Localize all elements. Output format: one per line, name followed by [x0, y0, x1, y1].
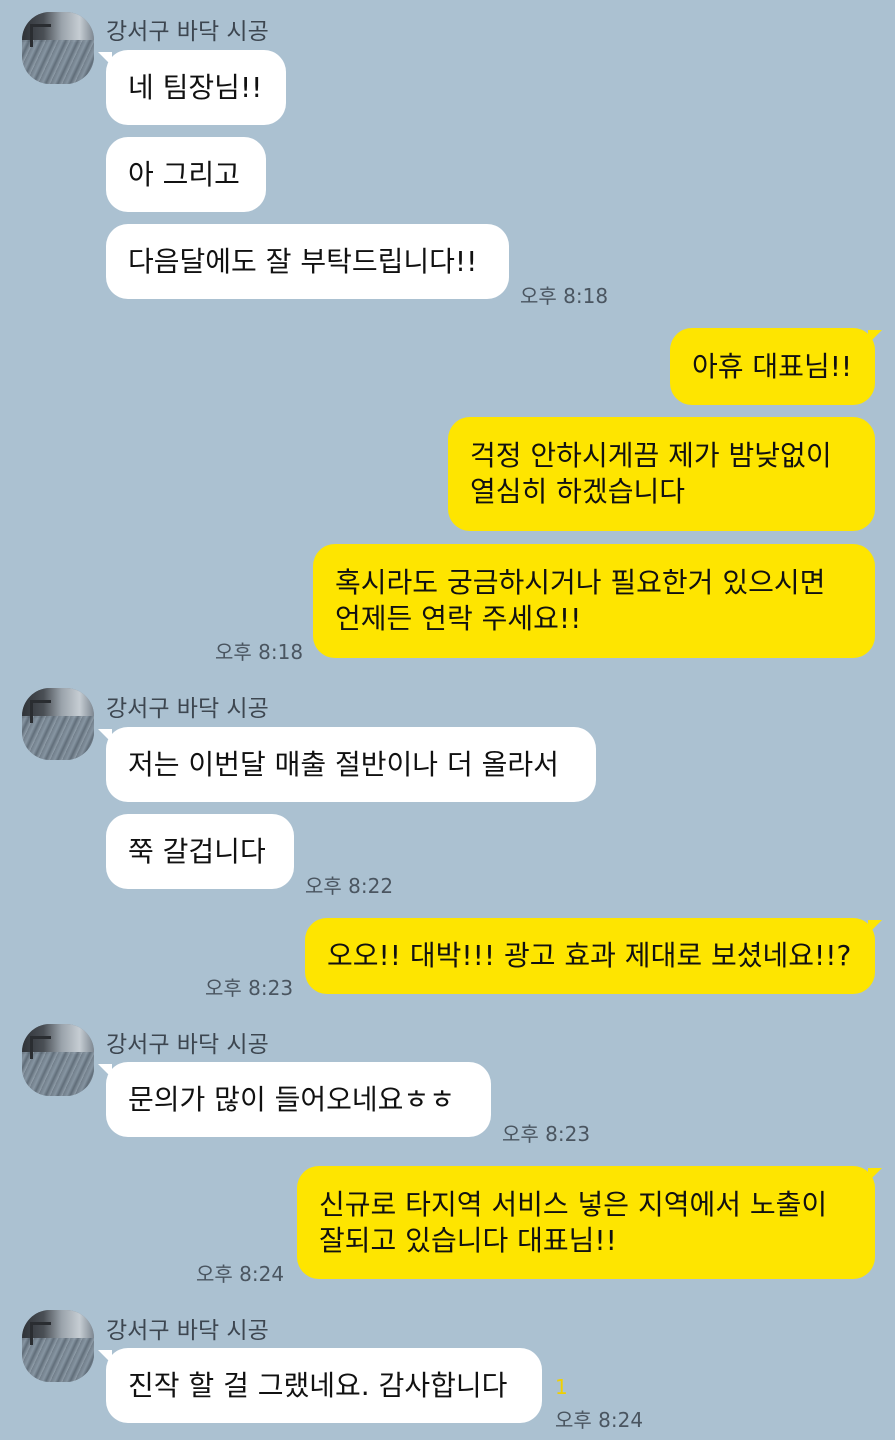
- message-timestamp: 오후 8:18: [520, 284, 609, 308]
- unread-count: 1: [555, 1375, 568, 1399]
- message-bubble-incoming[interactable]: 다음달에도 잘 부탁드립니다!!: [106, 224, 509, 299]
- sender-name: 강서구 바닥 시공: [106, 1032, 269, 1058]
- message-text: 진작 할 걸 그랬네요. 감사합니다: [128, 1368, 508, 1402]
- message-text: 아 그리고: [128, 157, 240, 191]
- sender-name: 강서구 바닥 시공: [106, 696, 269, 722]
- message-text: 아휴 대표님!!: [692, 349, 853, 383]
- message-timestamp: 오후 8:24: [555, 1408, 644, 1432]
- message-text-line: 걱정 안하시게끔 제가 밤낮없이: [470, 439, 832, 472]
- sender-name: 강서구 바닥 시공: [106, 19, 269, 45]
- message-bubble-outgoing[interactable]: 신규로 타지역 서비스 넣은 지역에서 노출이 잘되고 있습니다 대표님!!: [297, 1166, 875, 1279]
- message-bubble-incoming[interactable]: 저는 이번달 매출 절반이나 더 올라서: [106, 727, 596, 802]
- sender-name: 강서구 바닥 시공: [106, 1318, 269, 1344]
- message-text-line: 언제든 연락 주세요!!: [335, 602, 582, 635]
- message-bubble-incoming[interactable]: 아 그리고: [106, 137, 266, 212]
- message-timestamp: 오후 8:24: [196, 1262, 285, 1286]
- message-text-line: 열심히 하겠습니다: [470, 475, 685, 508]
- message-text: 저는 이번달 매출 절반이나 더 올라서: [128, 747, 559, 781]
- message-bubble-outgoing[interactable]: 오오!! 대박!!! 광고 효과 제대로 보셨네요!!?: [305, 918, 875, 994]
- message-bubble-incoming[interactable]: 진작 할 걸 그랬네요. 감사합니다: [106, 1348, 542, 1423]
- message-timestamp: 오후 8:23: [205, 976, 294, 1000]
- sender-avatar[interactable]: [22, 1024, 94, 1096]
- message-text-line: 신규로 타지역 서비스 넣은 지역에서 노출이: [319, 1187, 828, 1221]
- sender-avatar[interactable]: [22, 1310, 94, 1382]
- sender-avatar[interactable]: [22, 688, 94, 760]
- message-timestamp: 오후 8:23: [502, 1122, 591, 1146]
- message-timestamp: 오후 8:22: [305, 874, 394, 898]
- message-bubble-incoming[interactable]: 쭉 갈겁니다: [106, 814, 294, 889]
- message-bubble-incoming[interactable]: 네 팀장님!!: [106, 50, 286, 125]
- sender-avatar[interactable]: [22, 12, 94, 84]
- message-text: 네 팀장님!!: [128, 70, 263, 104]
- message-bubble-outgoing[interactable]: 아휴 대표님!!: [670, 328, 875, 405]
- message-text: 문의가 많이 들어오네요ㅎㅎ: [128, 1082, 455, 1116]
- message-timestamp: 오후 8:18: [215, 640, 304, 664]
- message-text-line: 혹시라도 궁금하시거나 필요한거 있으시면: [335, 566, 826, 599]
- message-bubble-outgoing[interactable]: 걱정 안하시게끔 제가 밤낮없이 열심히 하겠습니다: [448, 417, 875, 531]
- message-text: 쭉 갈겁니다: [128, 834, 266, 868]
- message-text-line: 잘되고 있습니다 대표님!!: [319, 1223, 617, 1257]
- message-bubble-outgoing[interactable]: 혹시라도 궁금하시거나 필요한거 있으시면 언제든 연락 주세요!!: [313, 544, 875, 658]
- message-text: 오오!! 대박!!! 광고 효과 제대로 보셨네요!!?: [327, 939, 852, 972]
- message-bubble-incoming[interactable]: 문의가 많이 들어오네요ㅎㅎ: [106, 1062, 491, 1137]
- message-text: 다음달에도 잘 부탁드립니다!!: [128, 244, 478, 278]
